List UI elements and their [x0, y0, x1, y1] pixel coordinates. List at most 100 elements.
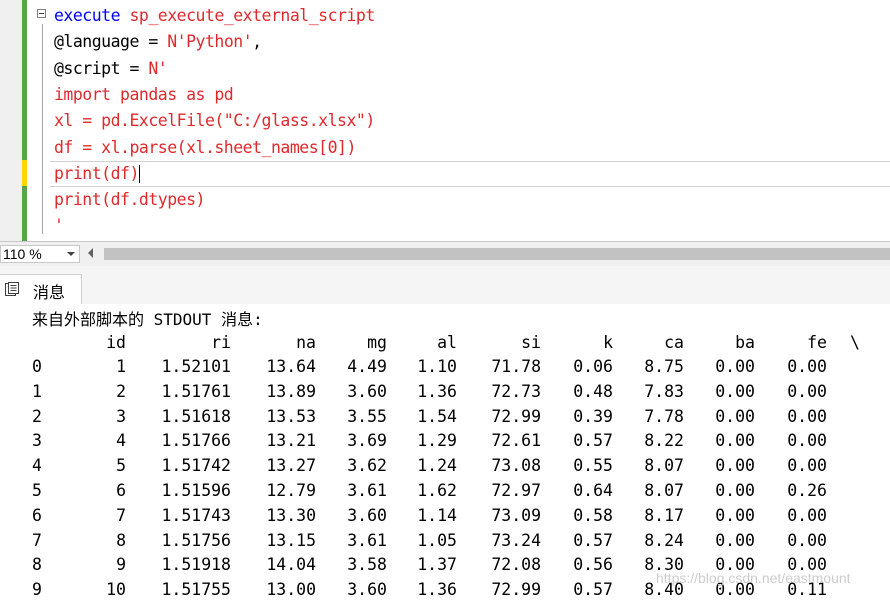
table-cell: 0.00 [715, 406, 755, 426]
table-cell: 1.51618 [161, 406, 231, 426]
row-index: 4 [32, 456, 42, 476]
table-cell: 3.69 [347, 431, 387, 451]
table-cell: 13.00 [266, 580, 316, 600]
table-cell: 0.57 [573, 530, 613, 550]
table-cell: 0.00 [715, 357, 755, 376]
column-header: mg [367, 333, 387, 352]
row-index: 3 [32, 431, 42, 451]
table-cell: 0.00 [715, 381, 755, 401]
collapse-minus-icon[interactable] [37, 9, 46, 18]
table-cell: 0.00 [715, 530, 755, 550]
table-cell: 73.24 [491, 530, 541, 550]
results-tab-bar: 消息 [0, 266, 890, 304]
scroll-left-arrow-icon[interactable] [88, 248, 93, 258]
editor-gutter [0, 0, 22, 241]
text-caret [138, 165, 140, 184]
messages-panel[interactable]: 来自外部脚本的 STDOUT 消息: id ri na mg al si k ca ba fe \ 0… [0, 304, 890, 602]
code-line[interactable]: print(df) [54, 161, 140, 187]
table-cell: 8.07 [644, 456, 684, 476]
watermark: https://blog.csdn.net/eastmount [656, 570, 851, 586]
outline-guide [42, 24, 43, 234]
code-token: xl = pd.ExcelFile("C:/glass.xlsx") [54, 111, 375, 131]
table-cell: 72.99 [491, 406, 541, 426]
table-cell: 1.05 [417, 530, 457, 550]
zoom-dropdown[interactable]: 110 % [0, 245, 80, 263]
table-cell: 3.60 [347, 381, 387, 401]
table-cell: 0.39 [573, 406, 613, 426]
code-line[interactable]: print(df.dtypes) [54, 187, 205, 213]
code-line[interactable]: xl = pd.ExcelFile("C:/glass.xlsx") [54, 108, 375, 134]
code-line[interactable]: @script = N' [54, 56, 168, 82]
table-cell: 13.27 [266, 456, 316, 476]
table-cell: 1 [116, 357, 126, 376]
tab-messages[interactable]: 消息 [0, 274, 82, 304]
column-header: ri [211, 333, 231, 352]
table-cell: 72.73 [491, 381, 541, 401]
code-token: df = xl.parse(xl.sheet_names[0]) [54, 137, 356, 157]
code-token: @language [54, 32, 139, 52]
code-line[interactable]: @language = N'Python', [54, 29, 262, 55]
table-cell: 1.14 [417, 505, 457, 525]
table-cell: 7 [116, 505, 126, 525]
table-cell: 8 [116, 530, 126, 550]
table-cell: 8.75 [644, 357, 684, 376]
table-cell: 72.99 [491, 580, 541, 600]
table-cell: 0.00 [787, 431, 827, 451]
table-cell: 0.64 [573, 481, 613, 500]
table-cell: 1.51756 [161, 530, 231, 550]
column-continuation: \ [850, 333, 860, 352]
table-cell: 72.08 [491, 555, 541, 575]
table-cell: 0.26 [787, 481, 827, 500]
table-cell: 0.57 [573, 580, 613, 600]
row-index: 0 [32, 357, 42, 376]
row-index: 2 [32, 406, 42, 426]
table-cell: 3.58 [347, 555, 387, 575]
table-cell: 7.83 [644, 381, 684, 401]
code-token: execute [54, 6, 121, 25]
row-index: 6 [32, 505, 42, 525]
table-cell: 1.51596 [161, 481, 231, 500]
column-header: ca [664, 333, 684, 352]
messages-icon [5, 282, 19, 296]
table-cell: 71.78 [491, 357, 541, 376]
column-header: id [106, 333, 126, 352]
code-token: N'Python' [167, 32, 253, 52]
table-cell: 1.51766 [161, 431, 231, 451]
unsaved-change-margin [22, 160, 27, 186]
query-editor[interactable]: execute sp_execute_external_script @langu… [0, 0, 890, 241]
table-cell: 8.24 [644, 530, 684, 550]
table-cell: 9 [116, 555, 126, 575]
tab-messages-label: 消息 [33, 283, 66, 302]
code-line[interactable]: df = xl.parse(xl.sheet_names[0]) [54, 135, 356, 161]
table-cell: 14.04 [266, 555, 316, 575]
code-token: @script [54, 58, 121, 78]
table-cell: 3.60 [347, 505, 387, 525]
table-cell: 13.15 [266, 530, 316, 550]
code-token: N' [148, 58, 168, 78]
current-line-highlight [50, 161, 890, 187]
table-cell: 72.97 [491, 481, 541, 500]
table-cell: 1.24 [417, 456, 457, 476]
table-cell: 13.89 [266, 381, 316, 401]
code-line[interactable]: import pandas as pd [54, 82, 234, 108]
code-token: print(df) [54, 163, 139, 183]
row-index: 7 [32, 530, 42, 550]
table-cell: 1.54 [417, 406, 457, 426]
row-index: 5 [32, 481, 42, 500]
table-cell: 0.00 [715, 505, 755, 525]
code-line[interactable]: ' [54, 213, 64, 239]
code-token: import pandas as pd [54, 84, 234, 104]
table-cell: 3 [116, 406, 126, 426]
table-cell: 73.08 [491, 456, 541, 476]
horizontal-scrollbar-thumb[interactable] [104, 248, 890, 260]
table-cell: 10 [106, 580, 126, 600]
table-cell: 0.00 [787, 381, 827, 401]
table-cell: 3.61 [347, 530, 387, 550]
column-header: na [296, 333, 316, 352]
table-cell: 1.29 [417, 431, 457, 451]
code-line[interactable]: execute sp_execute_external_script [54, 3, 375, 29]
table-cell: 7.78 [644, 406, 684, 426]
code-token: sp_execute_external_script [120, 6, 375, 25]
code-token: , [252, 32, 262, 52]
table-cell: 0.00 [715, 431, 755, 451]
